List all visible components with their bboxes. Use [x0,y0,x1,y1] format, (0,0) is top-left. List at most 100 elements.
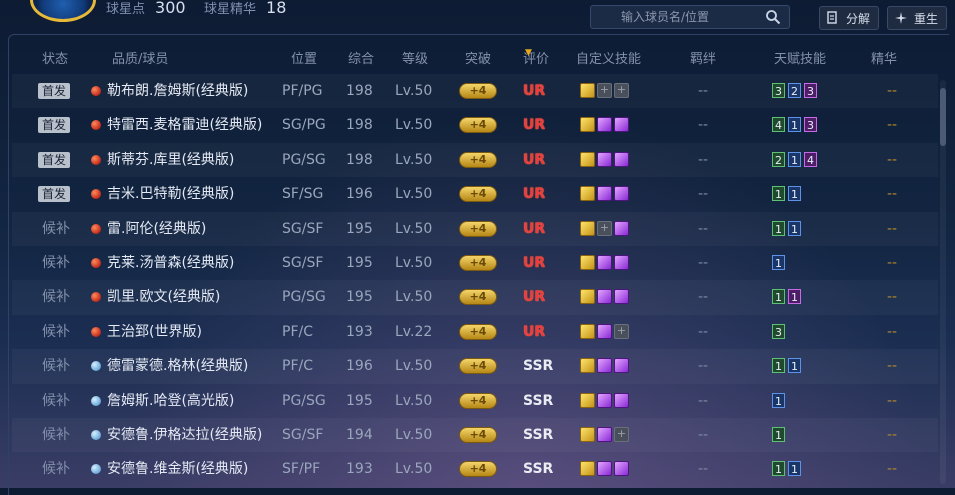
player-cell[interactable]: 安德鲁.伊格达拉(经典版) [91,418,262,452]
table-row[interactable]: 首发 斯蒂芬.库里(经典版) PG/SG 198 Lv.50 +4 UR -- 2 1 4 -- [12,143,938,177]
table-row[interactable]: 候补 安德鲁.维金斯(经典版) SF/PF 193 Lv.50 +4 SSR -- 1 1 -- [12,452,938,486]
player-cell[interactable]: 勒布朗.詹姆斯(经典版) [91,74,248,108]
player-cell[interactable]: 吉米.巴特勒(经典版) [91,177,234,211]
purple-skill-icon[interactable] [614,151,629,167]
table-row[interactable]: 候补 王治郅(世界版) PF/C 193 Lv.22 +4 UR + -- 3 -- [12,315,938,349]
purple-skill-icon[interactable] [614,254,629,270]
empty-skill-slot-icon[interactable]: + [597,220,612,236]
talent-badge[interactable]: 1 [772,289,785,305]
player-cell[interactable]: 特雷西.麦格雷迪(经典版) [91,108,262,142]
table-row[interactable]: 候补 安德鲁.伊格达拉(经典版) SG/SF 194 Lv.50 +4 SSR + -- 1 -- [12,418,938,452]
purple-skill-icon[interactable] [614,392,629,408]
purple-skill-icon[interactable] [614,461,629,477]
crown-skill-icon[interactable] [580,254,595,270]
purple-skill-icon[interactable] [614,289,629,305]
purple-skill-icon[interactable] [614,220,629,236]
purple-skill-icon[interactable] [597,151,612,167]
purple-skill-icon[interactable] [597,426,612,442]
essence-cell: -- [887,289,898,306]
purple-skill-icon[interactable] [614,117,629,133]
player-cell[interactable]: 安德鲁.维金斯(经典版) [91,452,248,486]
purple-skill-icon[interactable] [597,392,612,408]
talent-badge[interactable]: 1 [772,392,785,408]
custom-skills-cell: + [580,212,631,246]
talent-badge[interactable]: 1 [788,289,801,305]
empty-skill-slot-icon[interactable]: + [614,323,629,339]
talent-badge[interactable]: 3 [772,323,785,339]
talent-badge[interactable]: 4 [804,151,817,167]
talent-badge[interactable]: 3 [804,83,817,98]
talent-badge[interactable]: 1 [788,358,801,374]
talent-badge[interactable]: 1 [788,186,801,202]
talent-badge[interactable]: 1 [772,426,785,442]
scrollbar[interactable] [940,80,946,484]
search-icon[interactable] [765,9,781,25]
level-cell: Lv.50 [395,392,433,409]
crown-skill-icon[interactable] [580,358,595,374]
crown-skill-icon[interactable] [580,220,595,236]
empty-skill-slot-icon[interactable]: + [614,83,629,98]
crown-skill-icon[interactable] [580,323,595,339]
player-cell[interactable]: 凯里.欧文(经典版) [91,280,220,314]
talent-badge[interactable]: 1 [772,461,785,477]
overall-cell: 195 [346,220,373,237]
rebirth-icon [895,12,907,24]
talent-badge[interactable]: 1 [772,358,785,374]
purple-skill-icon[interactable] [597,186,612,202]
level-cell: Lv.50 [395,83,433,99]
player-cell[interactable]: 斯蒂芬.库里(经典版) [91,143,234,177]
talent-badge[interactable]: 1 [772,254,785,270]
table-row[interactable]: 首发 特雷西.麦格雷迪(经典版) SG/PG 198 Lv.50 +4 UR -- 4 1 3 -- [12,108,938,142]
talent-badge[interactable]: 1 [772,186,785,202]
crown-skill-icon[interactable] [580,151,595,167]
purple-skill-icon[interactable] [597,323,612,339]
table-row[interactable]: 首发 勒布朗.詹姆斯(经典版) PF/PG 198 Lv.50 +4 UR + + -- 3 2 3 -- [12,74,938,108]
player-cell[interactable]: 克莱.汤普森(经典版) [91,246,234,280]
table-row[interactable]: 首发 吉米.巴特勒(经典版) SF/SG 196 Lv.50 +4 UR -- 1 1 -- [12,177,938,211]
talent-badge[interactable]: 1 [788,117,801,133]
empty-skill-slot-icon[interactable]: + [614,426,629,442]
purple-skill-icon[interactable] [597,289,612,305]
table-row[interactable]: 候补 德雷蒙德.格林(经典版) PF/C 196 Lv.50 +4 SSR -- 1 1 -- [12,349,938,383]
purple-skill-icon[interactable] [597,117,612,133]
rating-cell: SSR [523,392,554,409]
table-row[interactable]: 候补 克莱.汤普森(经典版) SG/SF 195 Lv.50 +4 UR -- 1 -- [12,246,938,280]
empty-skill-slot-icon[interactable]: + [597,83,612,98]
player-cell[interactable]: 德雷蒙德.格林(经典版) [91,349,248,383]
crown-skill-icon[interactable] [580,83,595,98]
quality-dot-icon [91,395,101,406]
talent-badge[interactable]: 3 [772,83,785,98]
talent-badge[interactable]: 1 [788,461,801,477]
talent-badge[interactable]: 1 [772,220,785,236]
talent-badge[interactable]: 4 [772,117,785,133]
talent-badge[interactable]: 1 [788,151,801,167]
crown-skill-icon[interactable] [580,117,595,133]
crown-skill-icon[interactable] [580,186,595,202]
crown-skill-icon[interactable] [580,289,595,305]
purple-skill-icon[interactable] [614,186,629,202]
purple-skill-icon[interactable] [614,358,629,374]
position-cell: PF/C [282,323,313,340]
overall-cell: 193 [346,323,373,340]
talent-badge[interactable]: 3 [804,117,817,133]
scrollbar-thumb[interactable] [940,88,946,146]
rebirth-button[interactable]: 重生 [887,6,947,30]
table-row[interactable]: 候补 凯里.欧文(经典版) PG/SG 195 Lv.50 +4 UR -- 1 1 -- [12,280,938,314]
purple-skill-icon[interactable] [597,358,612,374]
purple-skill-icon[interactable] [597,254,612,270]
search-input[interactable] [591,6,761,28]
purple-skill-icon[interactable] [597,461,612,477]
player-cell[interactable]: 雷.阿伦(经典版) [91,212,206,246]
talent-badge[interactable]: 2 [772,151,785,167]
table-row[interactable]: 候补 詹姆斯.哈登(高光版) PG/SG 195 Lv.50 +4 SSR -- 1 -- [12,384,938,418]
crown-skill-icon[interactable] [580,461,595,477]
player-cell[interactable]: 詹姆斯.哈登(高光版) [91,384,234,418]
talent-badge[interactable]: 2 [788,83,801,98]
crown-skill-icon[interactable] [580,392,595,408]
talent-badge[interactable]: 1 [788,220,801,236]
crown-skill-icon[interactable] [580,426,595,442]
player-cell[interactable]: 王治郅(世界版) [91,315,202,349]
decompose-button[interactable]: 分解 [819,6,879,30]
bond-cell: -- [698,151,709,168]
table-row[interactable]: 候补 雷.阿伦(经典版) SG/SF 195 Lv.50 +4 UR + -- 1 1 -- [12,212,938,246]
